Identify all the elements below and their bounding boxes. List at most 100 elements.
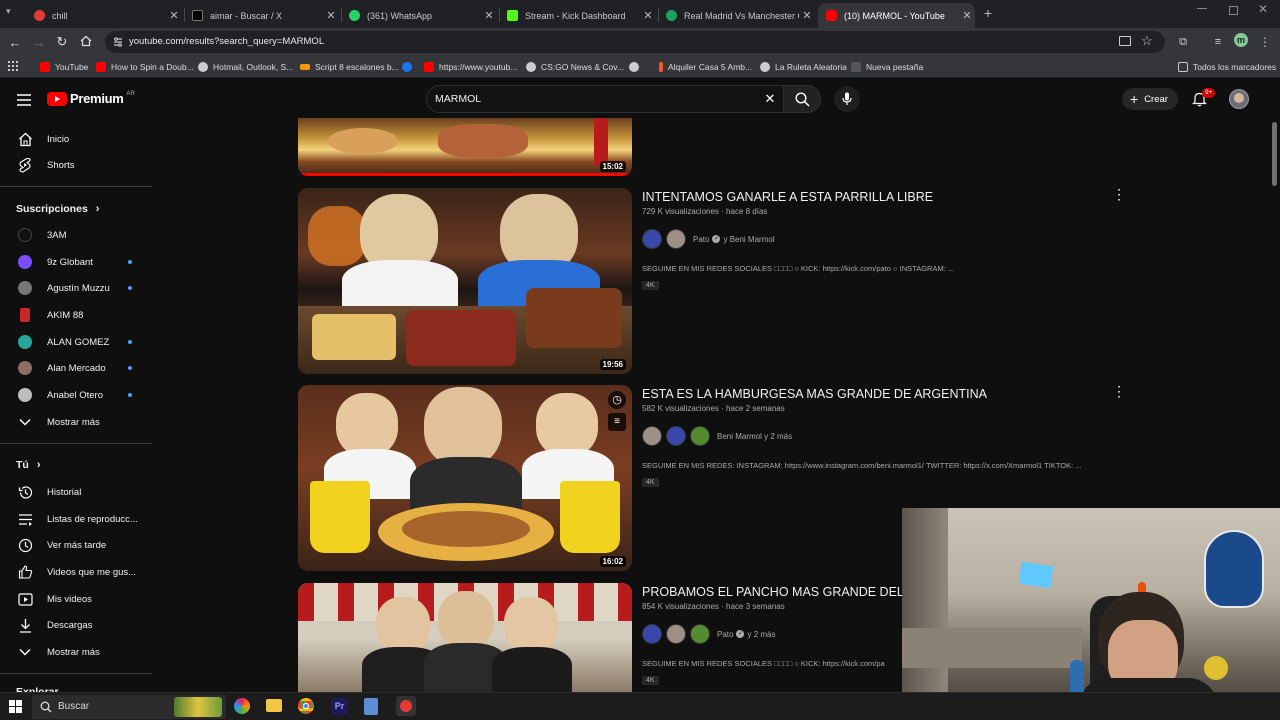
site-info-icon[interactable] (111, 35, 125, 49)
apps-grid-icon[interactable] (7, 60, 19, 72)
bookmark-star-icon[interactable]: ☆ (1141, 33, 1153, 49)
back-icon[interactable]: ← (7, 34, 23, 50)
sidebar-subscription[interactable]: ALAN GOMEZ (0, 329, 152, 355)
chrome-icon[interactable] (298, 698, 314, 714)
browser-tab-active[interactable]: (10) MARMOL - YouTube ✕ (818, 3, 975, 28)
channel-info[interactable]: Beni Marmol y 2 más (642, 426, 792, 446)
bookmark-item[interactable]: How to Spin a Doub... (96, 59, 194, 75)
search-input[interactable]: MARMOL (435, 93, 481, 105)
tab-search-icon[interactable]: ▾ (6, 6, 20, 20)
bookmark-item[interactable]: Hotmail, Outlook, S... (198, 59, 293, 75)
sidebar-item-downloads[interactable]: Descargas (0, 612, 152, 638)
clear-search-icon[interactable]: ✕ (763, 91, 777, 106)
sidebar-item-label: Descargas (47, 619, 93, 631)
bookmark-item[interactable]: La Ruleta Aleatoria (760, 59, 847, 75)
video-title[interactable]: INTENTAMOS GANARLE A ESTA PARRILLA LIBRE (642, 190, 933, 204)
show-more-you[interactable]: Mostrar más (0, 639, 152, 665)
reload-icon[interactable]: ↻ (54, 34, 70, 50)
new-tab-button[interactable]: + (980, 5, 996, 21)
bookmark-item[interactable]: Alquiler Casa 5 Amb... (659, 59, 752, 75)
maximize-icon[interactable] (1229, 6, 1238, 15)
calculator-icon[interactable] (364, 698, 378, 715)
taskbar-search[interactable]: Buscar (32, 695, 226, 719)
show-more-subscriptions[interactable]: Mostrar más (0, 409, 152, 435)
home-icon[interactable] (78, 33, 94, 49)
search-button[interactable] (783, 85, 821, 113)
extensions-icon[interactable]: ⧉ (1175, 34, 1191, 50)
sidebar-subscription[interactable]: Agustín Muzzu (0, 275, 152, 301)
subscription-label: ALAN GOMEZ (47, 336, 110, 348)
bookmark-item[interactable] (402, 59, 417, 75)
sidebar-item-playlists[interactable]: Listas de reproducc... (0, 506, 152, 532)
browser-tab[interactable]: Stream - Kick Dashboard ✕ (499, 3, 656, 28)
browser-tab[interactable]: Real Madrid Vs Manchester City ✕ (658, 3, 815, 28)
taskbar-app-active[interactable] (396, 696, 416, 716)
file-explorer-icon[interactable] (266, 699, 282, 712)
video-thumbnail[interactable]: ◷ ≡ 16:02 (298, 385, 632, 571)
sidebar-subscription[interactable]: Alan Mercado (0, 355, 152, 381)
bookmark-item[interactable]: YouTube (40, 59, 88, 75)
sidebar-item-history[interactable]: Historial (0, 479, 152, 505)
close-tab-icon[interactable]: ✕ (959, 9, 975, 22)
close-tab-icon[interactable]: ✕ (799, 9, 815, 22)
windows-start-icon[interactable] (9, 700, 22, 713)
browser-tab[interactable]: chill ✕ (26, 3, 182, 28)
forward-icon[interactable]: → (31, 34, 47, 50)
install-app-icon[interactable] (1119, 36, 1131, 46)
address-bar[interactable]: youtube.com/results?search_query=MARMOL … (105, 31, 1165, 53)
browser-tab[interactable]: (361) WhatsApp ✕ (341, 3, 497, 28)
add-to-queue-icon[interactable]: ≡ (608, 413, 626, 431)
video-title[interactable]: ESTA ES LA HAMBURGESA MAS GRANDE DE ARGE… (642, 387, 987, 401)
close-window-icon[interactable]: ✕ (1258, 2, 1268, 16)
close-tab-icon[interactable]: ✕ (640, 9, 656, 22)
sidebar-subscription[interactable]: Anabel Otero (0, 382, 152, 408)
close-tab-icon[interactable]: ✕ (323, 9, 339, 22)
bookmark-item[interactable]: https://www.youtub... (424, 59, 517, 75)
account-avatar[interactable] (1229, 89, 1249, 109)
sidebar-subscription[interactable]: 9z Globant (0, 249, 152, 275)
video-thumbnail[interactable]: 15:02 (298, 118, 632, 176)
voice-search-button[interactable] (834, 86, 860, 112)
video-thumbnail[interactable] (298, 583, 632, 692)
sidebar-subscription[interactable]: AKIM 88 (0, 302, 152, 328)
close-tab-icon[interactable]: ✕ (166, 9, 182, 22)
notifications-button[interactable]: 9+ (1192, 88, 1216, 108)
sidebar-item-my-videos[interactable]: Mis videos (0, 586, 152, 612)
video-title[interactable]: PROBAMOS EL PANCHO MAS GRANDE DEL MUN (642, 585, 902, 599)
video-thumbnail[interactable]: 19:56 (298, 188, 632, 374)
browser-menu-icon[interactable]: ⋮ (1258, 34, 1272, 50)
media-controls-icon[interactable]: ≡ (1210, 34, 1226, 50)
tab-title: aimar - Buscar / X (210, 10, 283, 21)
hamburger-menu-icon[interactable] (17, 93, 31, 106)
watch-later-icon[interactable]: ◷ (608, 391, 626, 409)
channel-info[interactable]: Pato ✓ y Beni Marmol (642, 229, 775, 249)
sidebar-item-shorts[interactable]: Shorts (0, 152, 152, 178)
bookmark-item[interactable]: Nueva pestaña (851, 59, 923, 75)
sidebar-item-watch-later[interactable]: Ver más tarde (0, 532, 152, 558)
tab-strip: chill ✕ aimar - Buscar / X ✕ (361) Whats… (0, 0, 1280, 28)
more-actions-icon[interactable]: ⋮ (1112, 186, 1126, 203)
bookmark-item[interactable]: CS:GO News & Cov... (526, 59, 624, 75)
profile-avatar[interactable]: m (1234, 33, 1248, 47)
sidebar-item-inicio[interactable]: Inicio (0, 126, 152, 152)
sidebar-subscription[interactable]: 3AM (0, 222, 152, 248)
close-tab-icon[interactable]: ✕ (481, 9, 497, 22)
sidebar-item-liked-videos[interactable]: Videos que me gus... (0, 559, 152, 585)
bookmark-item[interactable]: Script 8 escalones b... (300, 59, 399, 75)
page-scrollbar-thumb[interactable] (1272, 122, 1277, 186)
all-bookmarks-button[interactable]: Todos los marcadores (1178, 59, 1276, 75)
create-button[interactable]: + Crear (1122, 88, 1178, 110)
minimize-icon[interactable] (1197, 8, 1207, 9)
sports-favicon-icon (666, 10, 677, 21)
more-actions-icon[interactable]: ⋮ (1112, 383, 1126, 400)
chevron-down-icon (16, 413, 34, 431)
premiere-pro-icon[interactable]: Pr (331, 698, 348, 715)
subscriptions-header[interactable]: Suscripciones › (0, 196, 152, 222)
copilot-icon[interactable] (234, 698, 250, 714)
youtube-logo[interactable]: Premium AR (47, 91, 135, 106)
bookmark-item[interactable] (629, 59, 644, 75)
channel-info[interactable]: Pato ✓ y 2 más (642, 624, 775, 644)
browser-tab[interactable]: aimar - Buscar / X ✕ (184, 3, 339, 28)
search-box[interactable]: MARMOL ✕ (426, 85, 784, 113)
you-header[interactable]: Tú › (0, 452, 152, 478)
